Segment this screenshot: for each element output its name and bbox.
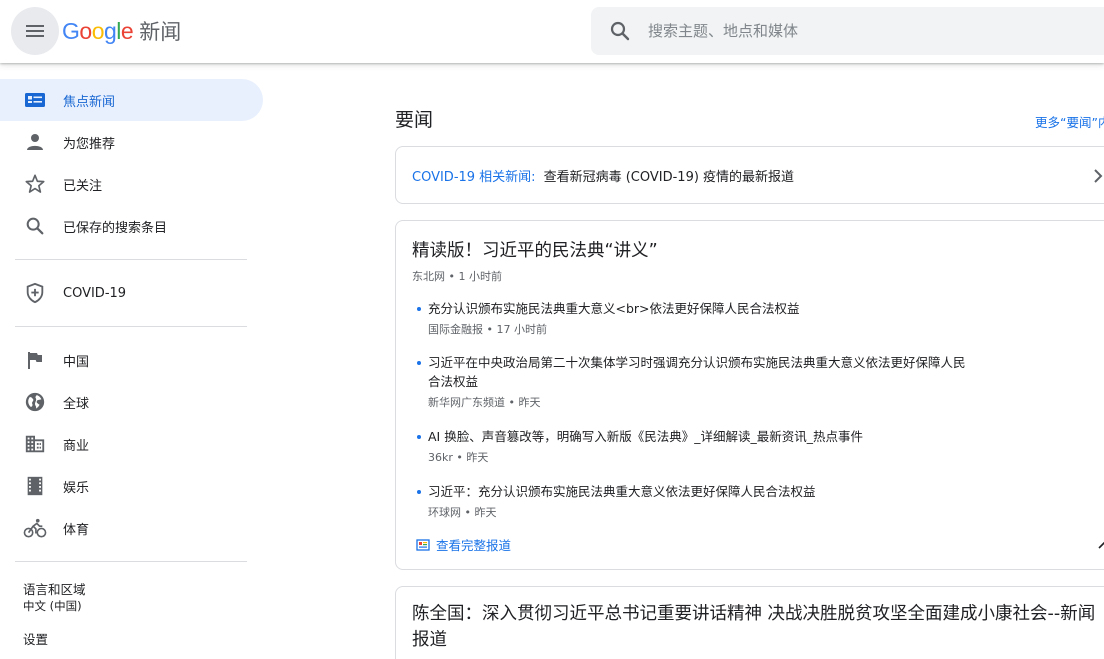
shield-plus-icon <box>23 281 47 305</box>
hamburger-menu-icon <box>26 25 44 37</box>
sidebar: 焦点新闻 为您推荐 已关注 已保存的搜索条目 COVID-19 中国 全球 商业… <box>0 63 263 659</box>
section-title: 要闻 <box>395 109 434 131</box>
meta-separator: • <box>448 270 459 283</box>
bullet-dot <box>417 361 421 365</box>
sub-story-source[interactable]: 环球网 <box>428 506 461 519</box>
sidebar-item-entertainment[interactable]: 娱乐 <box>0 465 263 507</box>
sidebar-item-for-you[interactable]: 为您推荐 <box>0 121 263 163</box>
sub-story-meta: 国际金融报 • 17 小时前 <box>428 321 972 337</box>
sidebar-item-label: 为您推荐 <box>63 136 116 152</box>
sub-story-source[interactable]: 新华网广东频道 <box>428 396 505 409</box>
building-icon <box>23 432 47 456</box>
sub-story-time: 17 小时前 <box>496 323 547 336</box>
meta-separator: • <box>505 396 519 409</box>
headlines-icon <box>23 88 47 112</box>
sidebar-item-saved-searches[interactable]: 已保存的搜索条目 <box>0 205 263 247</box>
story-time: 1 小时前 <box>458 270 503 283</box>
person-icon <box>23 130 47 154</box>
sub-story-meta: 新华网广东频道 • 昨天 <box>428 394 972 410</box>
meta-separator: • <box>452 451 467 464</box>
search-input[interactable] <box>648 22 1048 40</box>
main-content: 要闻 更多“要闻”内容 COVID-19 相关新闻: 查看新冠病毒 (COVID… <box>395 63 1104 659</box>
product-name: 新闻 <box>139 20 182 44</box>
bullet-dot <box>417 490 421 494</box>
bike-icon <box>23 516 47 540</box>
globe-icon <box>23 390 47 414</box>
sidebar-divider <box>15 326 247 327</box>
app-header: Google 新闻 <box>0 0 1104 63</box>
sidebar-item-label: 娱乐 <box>63 480 90 496</box>
main-menu-button[interactable] <box>11 7 59 55</box>
sidebar-item-world[interactable]: 全球 <box>0 381 263 423</box>
sidebar-item-label: 中国 <box>63 354 90 370</box>
sub-story-time: 昨天 <box>474 506 497 519</box>
logo-letter: o <box>91 17 105 44</box>
sidebar-item-label: 已关注 <box>63 178 103 194</box>
story-title[interactable]: 精读版！习近平的民法典“讲义” <box>412 237 658 262</box>
story-title[interactable]: 陈全国：深入贯彻习近平总书记重要讲话精神 决战决胜脱贫攻坚全面建成小康社会--新… <box>412 601 1104 653</box>
sub-story: AI 换脸、声音篡改等，明确写入新版《民法典》_详细解读_最新资讯_热点事件 3… <box>412 427 972 465</box>
sidebar-divider <box>15 561 247 562</box>
sidebar-item-following[interactable]: 已关注 <box>0 163 263 205</box>
sidebar-item-label: 体育 <box>63 522 90 538</box>
covid-prefix: COVID-19 相关新闻: <box>412 169 536 185</box>
story-cluster-card: 精读版！习近平的民法典“讲义” 东北网 • 1 小时前 充分认识颁布实施民法典重… <box>395 220 1104 570</box>
logo-letter: G <box>62 17 80 44</box>
sidebar-item-label: 商业 <box>63 438 90 454</box>
flag-icon <box>23 348 47 372</box>
search-icon <box>23 214 47 238</box>
story-source[interactable]: 东北网 <box>412 270 445 283</box>
sub-story-title[interactable]: 充分认识颁布实施民法典重大意义<br>依法更好保障人民合法权益 <box>428 299 972 318</box>
logo-letter: o <box>79 17 92 44</box>
sidebar-divider <box>15 259 247 260</box>
settings-link[interactable]: 设置 <box>23 629 48 648</box>
google-news-logo[interactable]: Google 新闻 <box>62 17 181 45</box>
covid-text: 查看新冠病毒 (COVID-19) 疫情的最新报道 <box>543 169 795 185</box>
sidebar-item-label: COVID-19 <box>63 285 127 301</box>
google-wordmark: Google <box>62 17 134 45</box>
sub-story-title[interactable]: AI 换脸、声音篡改等，明确写入新版《民法典》_详细解读_最新资讯_热点事件 <box>428 427 972 446</box>
sub-story-source[interactable]: 36kr <box>428 451 453 464</box>
sub-story-time: 昨天 <box>466 451 489 464</box>
sidebar-item-label: 已保存的搜索条目 <box>63 220 168 236</box>
full-coverage-icon <box>416 538 430 551</box>
sub-story-meta: 36kr • 昨天 <box>428 449 972 465</box>
language-region-value: 中文 (中国) <box>23 599 82 613</box>
covid-banner[interactable]: COVID-19 相关新闻: 查看新冠病毒 (COVID-19) 疫情的最新报道 <box>395 146 1104 204</box>
full-coverage-link[interactable]: 查看完整报道 <box>416 535 511 554</box>
story-card: 陈全国：深入贯彻习近平总书记重要讲话精神 决战决胜脱贫攻坚全面建成小康社会--新… <box>395 586 1104 659</box>
story-meta: 东北网 • 1 小时前 <box>412 268 502 284</box>
language-region-link[interactable]: 语言和区域 <box>23 579 86 598</box>
sidebar-item-headlines[interactable]: 焦点新闻 <box>0 79 263 121</box>
sidebar-item-business[interactable]: 商业 <box>0 423 263 465</box>
expand-icon[interactable] <box>1096 537 1104 551</box>
sidebar-item-label: 全球 <box>63 396 90 412</box>
sidebar-item-covid[interactable]: COVID-19 <box>0 272 263 314</box>
sidebar-item-china[interactable]: 中国 <box>0 339 263 381</box>
logo-letter: e <box>120 17 134 44</box>
meta-separator: • <box>483 323 497 336</box>
star-icon <box>23 172 47 196</box>
bullet-dot <box>417 435 421 439</box>
sub-story-meta: 环球网 • 昨天 <box>428 504 972 520</box>
sub-story-source[interactable]: 国际金融报 <box>428 323 483 336</box>
meta-separator: • <box>461 506 475 519</box>
full-coverage-label: 查看完整报道 <box>436 538 512 553</box>
sub-story: 习近平在中央政治局第二十次集体学习时强调充分认识颁布实施民法典重大意义依法更好保… <box>412 353 972 410</box>
search-bar[interactable] <box>591 7 1104 55</box>
sub-story-time: 昨天 <box>518 396 541 409</box>
search-icon[interactable] <box>608 19 632 43</box>
sub-story: 习近平：充分认识颁布实施民法典重大意义依法更好保障人民合法权益 环球网 • 昨天 <box>412 482 972 520</box>
sub-story: 充分认识颁布实施民法典重大意义<br>依法更好保障人民合法权益 国际金融报 • … <box>412 299 972 337</box>
sidebar-item-label: 焦点新闻 <box>63 94 116 110</box>
bullet-dot <box>417 307 421 311</box>
more-headlines-link[interactable]: 更多“要闻”内容 <box>1035 112 1104 131</box>
logo-letter: g <box>103 17 117 44</box>
sidebar-item-sports[interactable]: 体育 <box>0 507 263 549</box>
sub-story-title[interactable]: 习近平在中央政治局第二十次集体学习时强调充分认识颁布实施民法典重大意义依法更好保… <box>428 353 972 391</box>
sub-story-title[interactable]: 习近平：充分认识颁布实施民法典重大意义依法更好保障人民合法权益 <box>428 482 972 501</box>
chevron-right-icon <box>1094 169 1103 183</box>
film-icon <box>23 474 47 498</box>
